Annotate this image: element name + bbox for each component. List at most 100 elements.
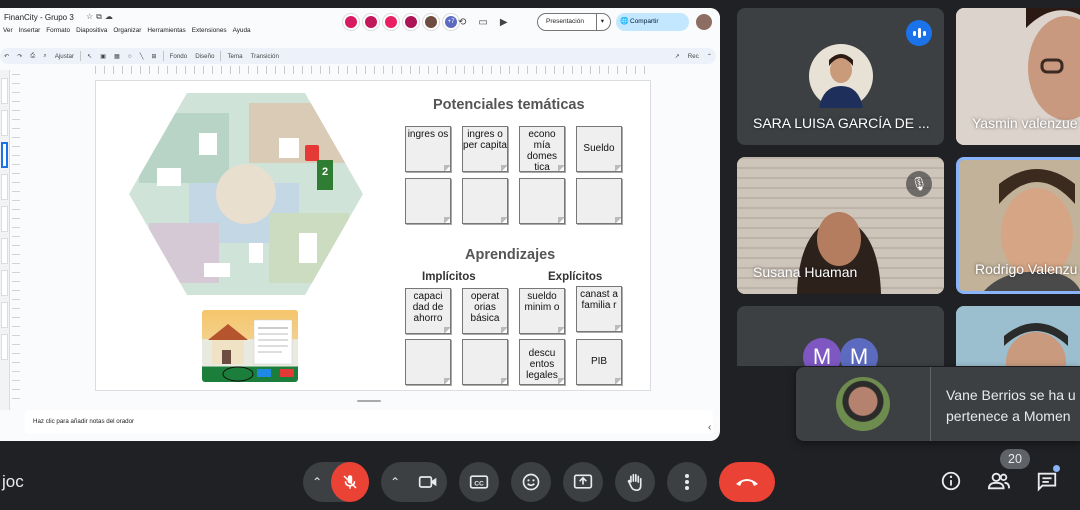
- slide-thumbnail[interactable]: [1, 110, 8, 136]
- menu-herramientas[interactable]: Herramientas: [144, 25, 188, 37]
- slide-thumbnail[interactable]: [1, 174, 8, 200]
- notes-resize-handle[interactable]: [357, 400, 381, 402]
- menu-extensiones[interactable]: Extensiones: [189, 25, 230, 37]
- meeting-info-button[interactable]: [940, 470, 962, 498]
- learning-card[interactable]: operat orias básica: [462, 288, 508, 334]
- slide-thumbnail[interactable]: [1, 302, 8, 328]
- participant-tile-active[interactable]: Rodrigo Valenzu: [956, 157, 1080, 294]
- toolbar-layout[interactable]: Diseño: [191, 53, 218, 60]
- avatar[interactable]: [403, 14, 419, 30]
- end-call-icon: [736, 479, 758, 486]
- chevron-up-icon[interactable]: ⌃: [381, 475, 409, 489]
- title-icons: ☆⧉☁: [86, 12, 116, 22]
- people-button[interactable]: [987, 470, 1011, 498]
- menu-ayuda[interactable]: Ayuda: [230, 25, 254, 37]
- participant-tile[interactable]: Yasmin valenzue: [956, 8, 1080, 145]
- slide-thumbnail[interactable]: [1, 238, 8, 264]
- zoom-select[interactable]: Ajustar: [51, 53, 78, 60]
- slide-thumbnail[interactable]: [1, 78, 8, 104]
- learning-card[interactable]: descu entos legales: [519, 339, 565, 385]
- pointer-icon[interactable]: ↗: [671, 53, 684, 60]
- chat-button[interactable]: [1036, 470, 1058, 498]
- shape-icon[interactable]: ○: [124, 53, 136, 60]
- user-avatar[interactable]: [696, 14, 712, 30]
- more-options-button[interactable]: [667, 462, 707, 502]
- learning-card[interactable]: sueldo minim o: [519, 288, 565, 334]
- paint-format-icon[interactable]: ⌕: [39, 52, 50, 60]
- slide-thumbnail[interactable]: [1, 206, 8, 232]
- participant-tile[interactable]: [956, 306, 1080, 366]
- topic-card[interactable]: econo mía domes tica: [519, 126, 565, 172]
- topic-card[interactable]: ingres o per capita: [462, 126, 508, 172]
- comment-add-icon[interactable]: ⊞: [147, 53, 160, 60]
- image-icon[interactable]: ▦: [110, 53, 124, 60]
- document-title[interactable]: FinanCity - Grupo 3: [4, 13, 74, 22]
- mic-off-button[interactable]: [331, 462, 369, 502]
- leave-call-button[interactable]: [719, 462, 775, 502]
- reactions-button[interactable]: [511, 462, 551, 502]
- avatar[interactable]: [343, 14, 359, 30]
- slide-thumbnail[interactable]: [1, 270, 8, 296]
- chevron-up-icon[interactable]: ⌃: [703, 53, 716, 60]
- menu-ver[interactable]: Ver: [0, 25, 16, 37]
- avatar[interactable]: [383, 14, 399, 30]
- toolbar-theme[interactable]: Tema: [223, 53, 246, 60]
- learning-card[interactable]: canast a familia r: [576, 286, 622, 332]
- speaker-notes[interactable]: Haz clic para añadir notas del orador: [25, 410, 713, 434]
- camera-button[interactable]: [409, 462, 447, 502]
- slide-canvas[interactable]: 2 Potenciales temáticas ingres os ingres…: [95, 80, 651, 391]
- share-button[interactable]: Compartir: [616, 13, 689, 31]
- slide-thumbnail[interactable]: [1, 142, 8, 168]
- topic-card-empty[interactable]: [576, 178, 622, 224]
- hand-icon: [627, 473, 642, 492]
- topic-card-empty[interactable]: [519, 178, 565, 224]
- topic-card-empty[interactable]: [462, 178, 508, 224]
- chevron-left-icon[interactable]: ‹: [708, 422, 711, 433]
- comment-icon[interactable]: ▭: [478, 17, 499, 28]
- topic-card[interactable]: ingres os: [405, 126, 451, 172]
- chevron-down-icon[interactable]: ▾: [595, 14, 604, 30]
- toolbar-transition[interactable]: Transición: [247, 53, 283, 60]
- menu-insertar[interactable]: Insertar: [16, 25, 44, 37]
- avatar[interactable]: [363, 14, 379, 30]
- toolbar-background[interactable]: Fondo: [166, 53, 192, 60]
- frame-icon[interactable]: ▣: [96, 53, 110, 60]
- learning-card-empty[interactable]: [462, 339, 508, 385]
- menu-organizar[interactable]: Organizar: [110, 25, 144, 37]
- game-card-image: [202, 310, 298, 382]
- menu-diapositiva[interactable]: Diapositiva: [73, 25, 110, 37]
- join-notification[interactable]: Vane Berrios se ha u pertenece a Momen: [796, 367, 1080, 441]
- chevron-up-icon[interactable]: ⌃: [303, 475, 331, 489]
- history-icon[interactable]: ⟲: [458, 17, 478, 28]
- participant-count-badge: 20: [1000, 449, 1030, 469]
- slide-thumbnail[interactable]: [1, 334, 8, 360]
- learning-card[interactable]: PIB: [576, 339, 622, 385]
- participant-tile[interactable]: SARA LUISA GARCÍA DE ...: [737, 8, 944, 145]
- notification-text: Vane Berrios se ha u pertenece a Momen: [946, 387, 1076, 424]
- top-tools: ⟲▭▶: [458, 17, 520, 28]
- print-icon[interactable]: ⎙: [26, 52, 39, 60]
- present-button[interactable]: Presentación ▾: [537, 13, 611, 31]
- star-icon[interactable]: ☆: [86, 12, 96, 21]
- redo-icon[interactable]: ↷: [13, 53, 26, 60]
- meeting-code[interactable]: joc: [2, 472, 24, 492]
- raise-hand-button[interactable]: [615, 462, 655, 502]
- slide-filmstrip: [0, 70, 10, 410]
- select-icon[interactable]: ↖: [83, 53, 96, 60]
- learning-card[interactable]: capaci dad de ahorro: [405, 288, 451, 334]
- participant-tile-group[interactable]: M M: [737, 306, 944, 366]
- menu-formato[interactable]: Formato: [43, 25, 73, 37]
- meet-icon[interactable]: ▶: [500, 17, 520, 28]
- present-now-button[interactable]: [563, 462, 603, 502]
- move-icon[interactable]: ⧉: [96, 12, 105, 21]
- collaborator-count[interactable]: +7: [443, 14, 459, 30]
- topic-card[interactable]: Sueldo: [576, 126, 622, 172]
- topic-card-empty[interactable]: [405, 178, 451, 224]
- learning-card-empty[interactable]: [405, 339, 451, 385]
- captions-button[interactable]: CC: [459, 462, 499, 502]
- avatar[interactable]: [423, 14, 439, 30]
- zoom-out-icon[interactable]: ↶: [0, 53, 13, 60]
- participant-tile[interactable]: 🎙 Susana Huaman: [737, 157, 944, 294]
- line-icon[interactable]: ╲: [136, 53, 148, 60]
- rec-button[interactable]: Rec: [684, 53, 703, 60]
